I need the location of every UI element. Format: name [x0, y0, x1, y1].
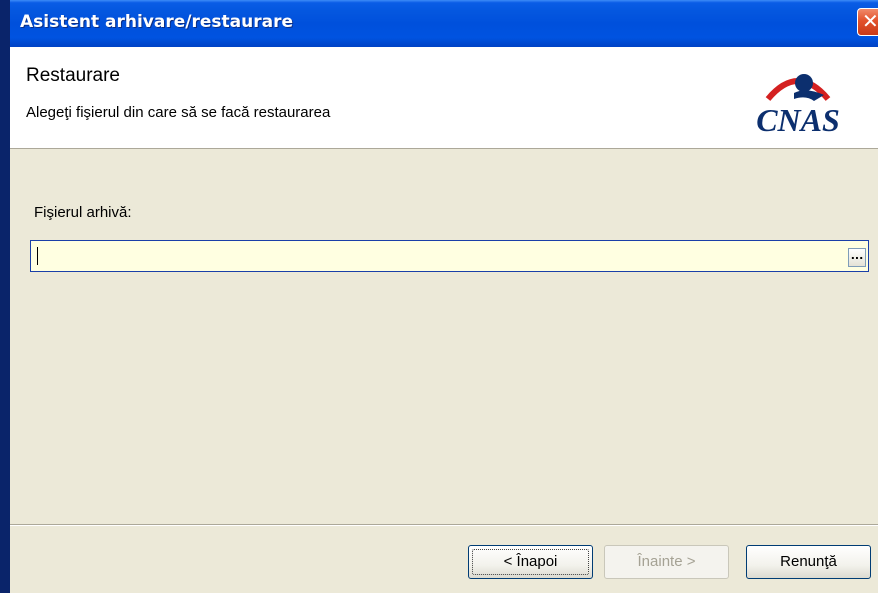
wizard-header: Restaurare Alegeţi fişierul din care să … [10, 47, 878, 149]
next-button[interactable]: Înainte > [604, 545, 729, 579]
footer-divider [10, 524, 878, 526]
page-title: Restaurare [26, 65, 120, 86]
cnas-logo: CNAS [756, 74, 840, 135]
browse-button[interactable]: ... [848, 248, 866, 267]
title-bar[interactable]: Asistent arhivare/restaurare ✕ [10, 0, 878, 47]
wizard-window: Asistent arhivare/restaurare ✕ Restaurar… [10, 0, 878, 593]
archive-file-input[interactable]: ... [30, 240, 869, 272]
logo-figure [795, 74, 813, 92]
cancel-button[interactable]: Renunţă [746, 545, 871, 579]
text-caret [37, 247, 38, 265]
archive-file-label: Fişierul arhivă: [34, 204, 132, 221]
window-title: Asistent arhivare/restaurare [20, 12, 293, 32]
page-subtitle: Alegeţi fişierul din care să se facă res… [26, 104, 331, 121]
logo-text: CNAS [756, 102, 840, 135]
back-button[interactable]: < Înapoi [468, 545, 593, 579]
close-icon: ✕ [862, 9, 878, 33]
close-button[interactable]: ✕ [857, 8, 878, 36]
